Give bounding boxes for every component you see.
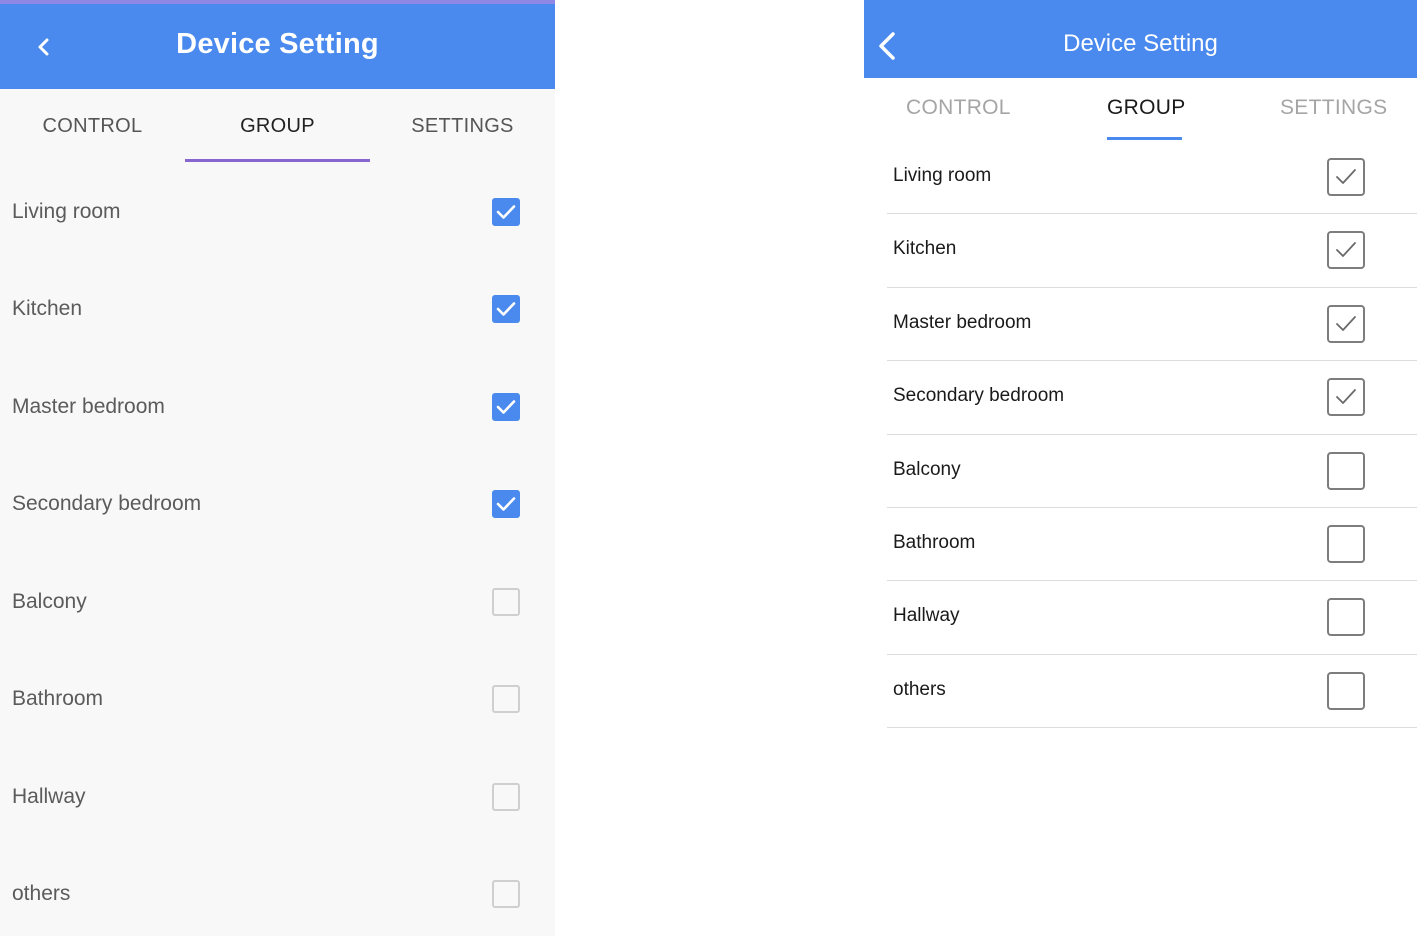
room-row-hallway[interactable]: Hallway <box>0 748 555 846</box>
checkmark-icon <box>1336 315 1356 331</box>
room-row-balcony[interactable]: Balcony <box>0 553 555 651</box>
tab-control[interactable]: CONTROL <box>0 89 185 163</box>
nav-bar: Device Setting <box>864 0 1417 78</box>
room-row-living-room[interactable]: Living room <box>0 163 555 261</box>
room-label: Master bedroom <box>893 311 1032 333</box>
tab-bar: CONTROL GROUP SETTINGS <box>864 78 1417 144</box>
room-row-balcony[interactable]: Balcony <box>887 435 1417 508</box>
room-checkbox[interactable] <box>1327 525 1365 563</box>
tab-bar: CONTROL GROUP SETTINGS <box>0 89 555 163</box>
room-label: Secondary bedroom <box>893 385 1065 407</box>
room-checkbox[interactable] <box>1327 598 1365 637</box>
room-checkbox[interactable] <box>492 295 520 324</box>
tab-group[interactable]: GROUP <box>1107 96 1186 120</box>
room-row-bathroom[interactable]: Bathroom <box>0 651 555 749</box>
room-checkbox[interactable] <box>1327 671 1365 710</box>
checkmark-icon <box>1336 242 1356 258</box>
page-title: Device Setting <box>1063 30 1218 57</box>
room-label: Living room <box>12 199 121 223</box>
room-label: Kitchen <box>893 238 957 260</box>
room-label: Balcony <box>12 589 87 613</box>
room-checkbox[interactable] <box>492 782 520 811</box>
room-row-others[interactable]: others <box>0 846 555 936</box>
room-checkbox[interactable] <box>1327 378 1365 417</box>
room-row-bathroom[interactable]: Bathroom <box>887 508 1417 582</box>
room-label: Balcony <box>893 458 961 480</box>
room-row-master-bedroom[interactable]: Master bedroom <box>0 358 555 456</box>
room-label: Secondary bedroom <box>12 492 202 516</box>
room-checkbox[interactable] <box>492 490 520 519</box>
room-label: Bathroom <box>12 687 104 711</box>
room-label: Living room <box>893 165 992 186</box>
room-label: Kitchen <box>12 297 83 321</box>
room-row-master-bedroom[interactable]: Master bedroom <box>887 288 1417 362</box>
room-label: Bathroom <box>893 532 976 553</box>
room-checkbox[interactable] <box>1327 451 1365 490</box>
room-row-kitchen[interactable]: Kitchen <box>0 261 555 359</box>
room-checkbox[interactable] <box>1327 231 1365 270</box>
checkmark-icon <box>1336 169 1356 184</box>
active-tab-indicator <box>1107 137 1182 140</box>
app-bar: Device Setting <box>0 0 555 89</box>
checkmark-icon <box>496 399 516 414</box>
room-label: others <box>12 882 71 906</box>
checkmark-icon <box>496 204 516 219</box>
checkmark-icon <box>496 497 516 512</box>
room-row-secondary-bedroom[interactable]: Secondary bedroom <box>887 361 1417 435</box>
room-checkbox[interactable] <box>492 685 520 714</box>
checkmark-icon <box>496 302 516 317</box>
room-checkbox[interactable] <box>492 392 520 421</box>
room-row-others[interactable]: others <box>887 655 1417 729</box>
room-checkbox[interactable] <box>1327 158 1365 196</box>
room-label: others <box>893 678 946 700</box>
tab-control[interactable]: CONTROL <box>906 96 1011 120</box>
room-row-living-room[interactable]: Living room <box>887 141 1417 215</box>
room-checkbox[interactable] <box>492 197 520 226</box>
tab-settings[interactable]: SETTINGS <box>370 89 555 163</box>
room-checkbox[interactable] <box>492 880 520 909</box>
ios-device-setting-screen: Device Setting CONTROL GROUP SETTINGS Li… <box>864 0 1417 936</box>
room-row-secondary-bedroom[interactable]: Secondary bedroom <box>0 456 555 554</box>
android-device-setting-screen: Device Setting CONTROL GROUP SETTINGS Li… <box>0 0 555 936</box>
checkmark-icon <box>1336 389 1356 405</box>
active-tab-indicator <box>185 159 370 162</box>
room-checkbox[interactable] <box>1327 304 1365 343</box>
room-label: Master bedroom <box>12 394 165 418</box>
room-label: Hallway <box>12 784 86 808</box>
tab-group[interactable]: GROUP <box>185 89 370 163</box>
room-checkbox[interactable] <box>492 587 520 616</box>
room-label: Hallway <box>893 605 960 627</box>
room-row-kitchen[interactable]: Kitchen <box>887 214 1417 288</box>
page-title: Device Setting <box>176 28 379 60</box>
tab-settings[interactable]: SETTINGS <box>1280 96 1387 120</box>
room-row-hallway[interactable]: Hallway <box>887 581 1417 655</box>
